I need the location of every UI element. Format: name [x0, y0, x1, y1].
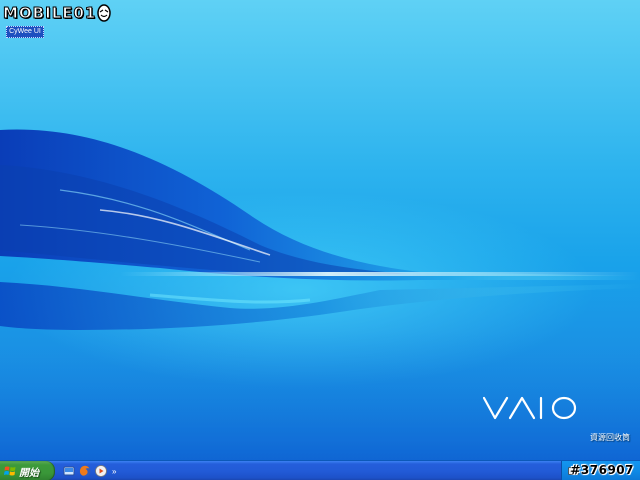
taskbar: 開始 »: [0, 460, 640, 480]
desktop-icon-label[interactable]: CyWee UI: [6, 26, 44, 38]
start-button[interactable]: 開始: [0, 461, 55, 480]
windows-flag-icon: [4, 466, 16, 476]
quick-launch-bar: »: [62, 464, 116, 478]
quick-launch-more-button[interactable]: »: [112, 467, 116, 476]
start-label[interactable]: 開始: [19, 464, 39, 479]
recycle-bin[interactable]: 資源回收筒: [583, 380, 637, 445]
desktop-icon-cywee[interactable]: CyWee UI: [4, 20, 46, 38]
show-desktop-icon[interactable]: [62, 465, 75, 478]
mobile01-smiley-icon: [97, 4, 112, 22]
recycle-bin-label[interactable]: 資源回收筒: [590, 432, 630, 443]
firefox-icon[interactable]: [78, 465, 91, 478]
vaio-logo: [483, 396, 577, 420]
desktop[interactable]: MOBILE01 CyWee UI 資源回收筒 開始 » #376907: [0, 0, 640, 480]
post-id-overlay: #376907: [570, 463, 634, 477]
media-player-icon[interactable]: [94, 465, 107, 478]
